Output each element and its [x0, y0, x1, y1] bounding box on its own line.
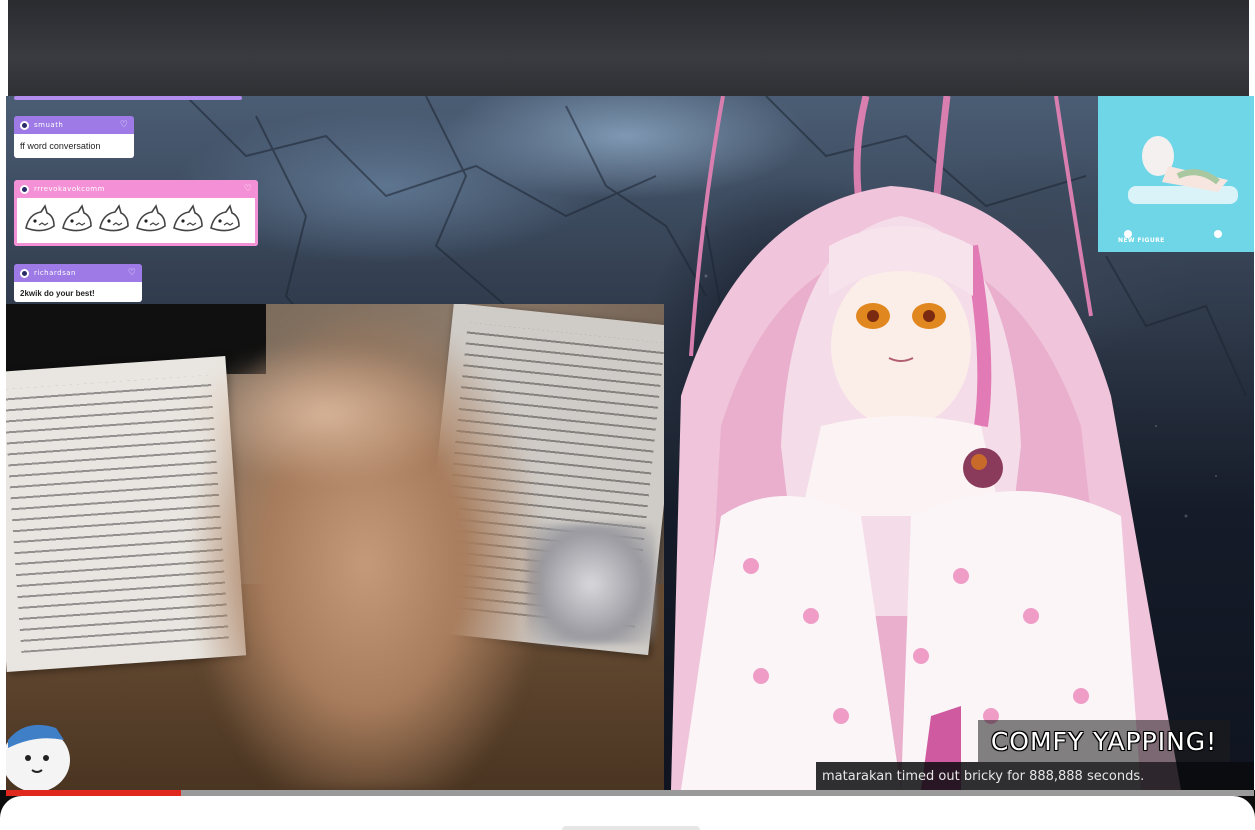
shark-emote-icon — [99, 203, 129, 231]
chat-message-header: richardsan ♡ — [14, 264, 142, 282]
shark-emote-icon — [210, 203, 240, 231]
chat-message: richardsan ♡ 2kwik do your best! — [14, 264, 142, 302]
shark-emote-icon — [136, 203, 166, 231]
chat-message: smuath ♡ ff word conversation — [14, 116, 134, 158]
event-ticker: matarakan timed out bricky for 888,888 s… — [816, 762, 1254, 790]
shark-emote-icon — [62, 203, 92, 231]
video-top-area — [0, 0, 1255, 96]
camera-feed — [6, 304, 664, 790]
shark-emote-icon — [173, 203, 203, 231]
heart-icon: ♡ — [127, 268, 136, 278]
chat-message-header: smuath ♡ — [14, 116, 134, 134]
right-gutter — [1249, 0, 1255, 96]
bottom-sheet[interactable] — [0, 796, 1255, 830]
emote-row — [14, 198, 258, 246]
video-frame[interactable]: smuath ♡ ff word conversation rrrevokavo… — [6, 96, 1254, 790]
chat-username: richardsan — [34, 269, 76, 277]
stream-title-banner: COMFY YAPPING! — [978, 720, 1230, 762]
chat-message-text: ff word conversation — [14, 134, 134, 158]
blurred-hand-highlight — [176, 334, 476, 494]
heart-icon: ♡ — [243, 184, 252, 194]
mascot-sticker-icon — [6, 724, 70, 790]
promo-caption: NEW FIGURE — [1118, 237, 1165, 244]
figure-illustration-icon — [1124, 136, 1238, 238]
chat-message: rrrevokavokcomm ♡ — [14, 180, 258, 246]
chat-username: rrrevokavokcomm — [34, 185, 105, 193]
user-badge-icon — [20, 184, 29, 194]
left-gutter — [0, 0, 8, 96]
heart-icon: ♡ — [119, 120, 128, 130]
chat-top-divider — [14, 96, 242, 100]
promo-image: NEW FIGURE — [1098, 96, 1254, 252]
sheet-drag-handle[interactable] — [562, 826, 700, 830]
chat-message-header: rrrevokavokcomm ♡ — [14, 180, 258, 198]
chat-message-text: 2kwik do your best! — [14, 282, 142, 302]
shark-emote-icon — [25, 203, 55, 231]
user-badge-icon — [20, 268, 29, 278]
chat-username: smuath — [34, 121, 64, 129]
user-badge-icon — [20, 120, 29, 130]
